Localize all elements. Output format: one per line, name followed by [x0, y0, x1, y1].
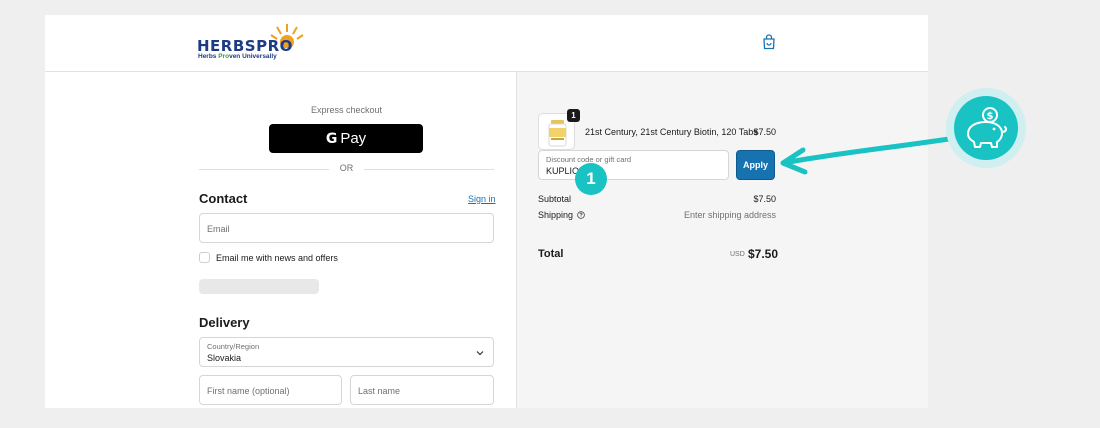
subtotal-value: $7.50 — [753, 194, 776, 204]
google-pay-button[interactable]: G Pay — [269, 124, 423, 153]
herbspro-logo[interactable]: HERBSPRO Herbs Proven Universally — [197, 22, 307, 62]
product-price: $7.50 — [753, 127, 776, 137]
first-name-placeholder: First name (optional) — [207, 386, 290, 396]
newsletter-checkbox[interactable] — [199, 252, 210, 263]
or-divider-line-right — [364, 169, 494, 170]
chevron-down-icon — [476, 351, 484, 356]
checkout-header: HERBSPRO Herbs Proven Universally — [45, 15, 928, 72]
first-name-field[interactable]: First name (optional) — [199, 375, 342, 405]
logo-tagline-part-1: Herbs — [198, 53, 219, 60]
email-field[interactable]: Email — [199, 213, 494, 243]
sign-in-link[interactable]: Sign in — [468, 194, 496, 204]
country-select-label: Country/Region — [207, 342, 260, 351]
country-select[interactable]: Country/Region Slovakia — [199, 337, 494, 367]
svg-text:$: $ — [987, 111, 994, 122]
checkout-frame: HERBSPRO Herbs Proven Universally Expres… — [45, 15, 928, 408]
or-divider-label: OR — [339, 163, 354, 173]
discount-code-field[interactable]: Discount code or gift card KUPLIO — [538, 150, 729, 180]
product-name: 21st Century, 21st Century Biotin, 120 T… — [585, 127, 758, 137]
quantity-badge: 1 — [567, 109, 580, 122]
google-g-icon: G — [325, 130, 338, 147]
shopping-bag-icon[interactable] — [762, 34, 776, 50]
piggy-bank-badge: $ — [954, 96, 1018, 160]
checkout-form-panel: Express checkout G Pay OR Contact Sign i… — [45, 72, 516, 408]
shipping-row: Shipping — [538, 210, 585, 220]
delivery-heading: Delivery — [199, 315, 250, 330]
google-pay-label: Pay — [340, 130, 367, 147]
newsletter-label: Email me with news and offers — [216, 253, 338, 263]
total-currency: USD — [730, 251, 745, 258]
question-circle-icon[interactable] — [577, 211, 585, 219]
loading-placeholder — [199, 279, 319, 294]
contact-heading: Contact — [199, 191, 248, 206]
logo-tagline-part-2: Pro — [218, 53, 230, 60]
country-select-value: Slovakia — [207, 353, 242, 363]
or-divider: OR — [199, 163, 494, 175]
discount-code-value: KUPLIO — [546, 166, 580, 176]
pointer-arrow-icon — [780, 135, 958, 175]
logo-tagline: Herbs Proven Universally — [198, 53, 277, 60]
express-checkout-label: Express checkout — [310, 105, 383, 115]
apply-discount-button[interactable]: Apply — [736, 150, 775, 180]
last-name-placeholder: Last name — [358, 386, 401, 396]
last-name-field[interactable]: Last name — [350, 375, 494, 405]
total-label: Total — [538, 248, 564, 260]
piggy-bank-coin-icon: $ — [967, 107, 1007, 148]
subtotal-label: Subtotal — [538, 194, 572, 204]
email-placeholder: Email — [207, 224, 230, 234]
total-value: $7.50 — [748, 247, 779, 261]
shipping-value: Enter shipping address — [683, 210, 776, 220]
step-number-badge: 1 — [575, 163, 607, 195]
logo-tagline-part-3: ven Universally — [229, 53, 277, 60]
shipping-label: Shipping — [538, 210, 574, 220]
